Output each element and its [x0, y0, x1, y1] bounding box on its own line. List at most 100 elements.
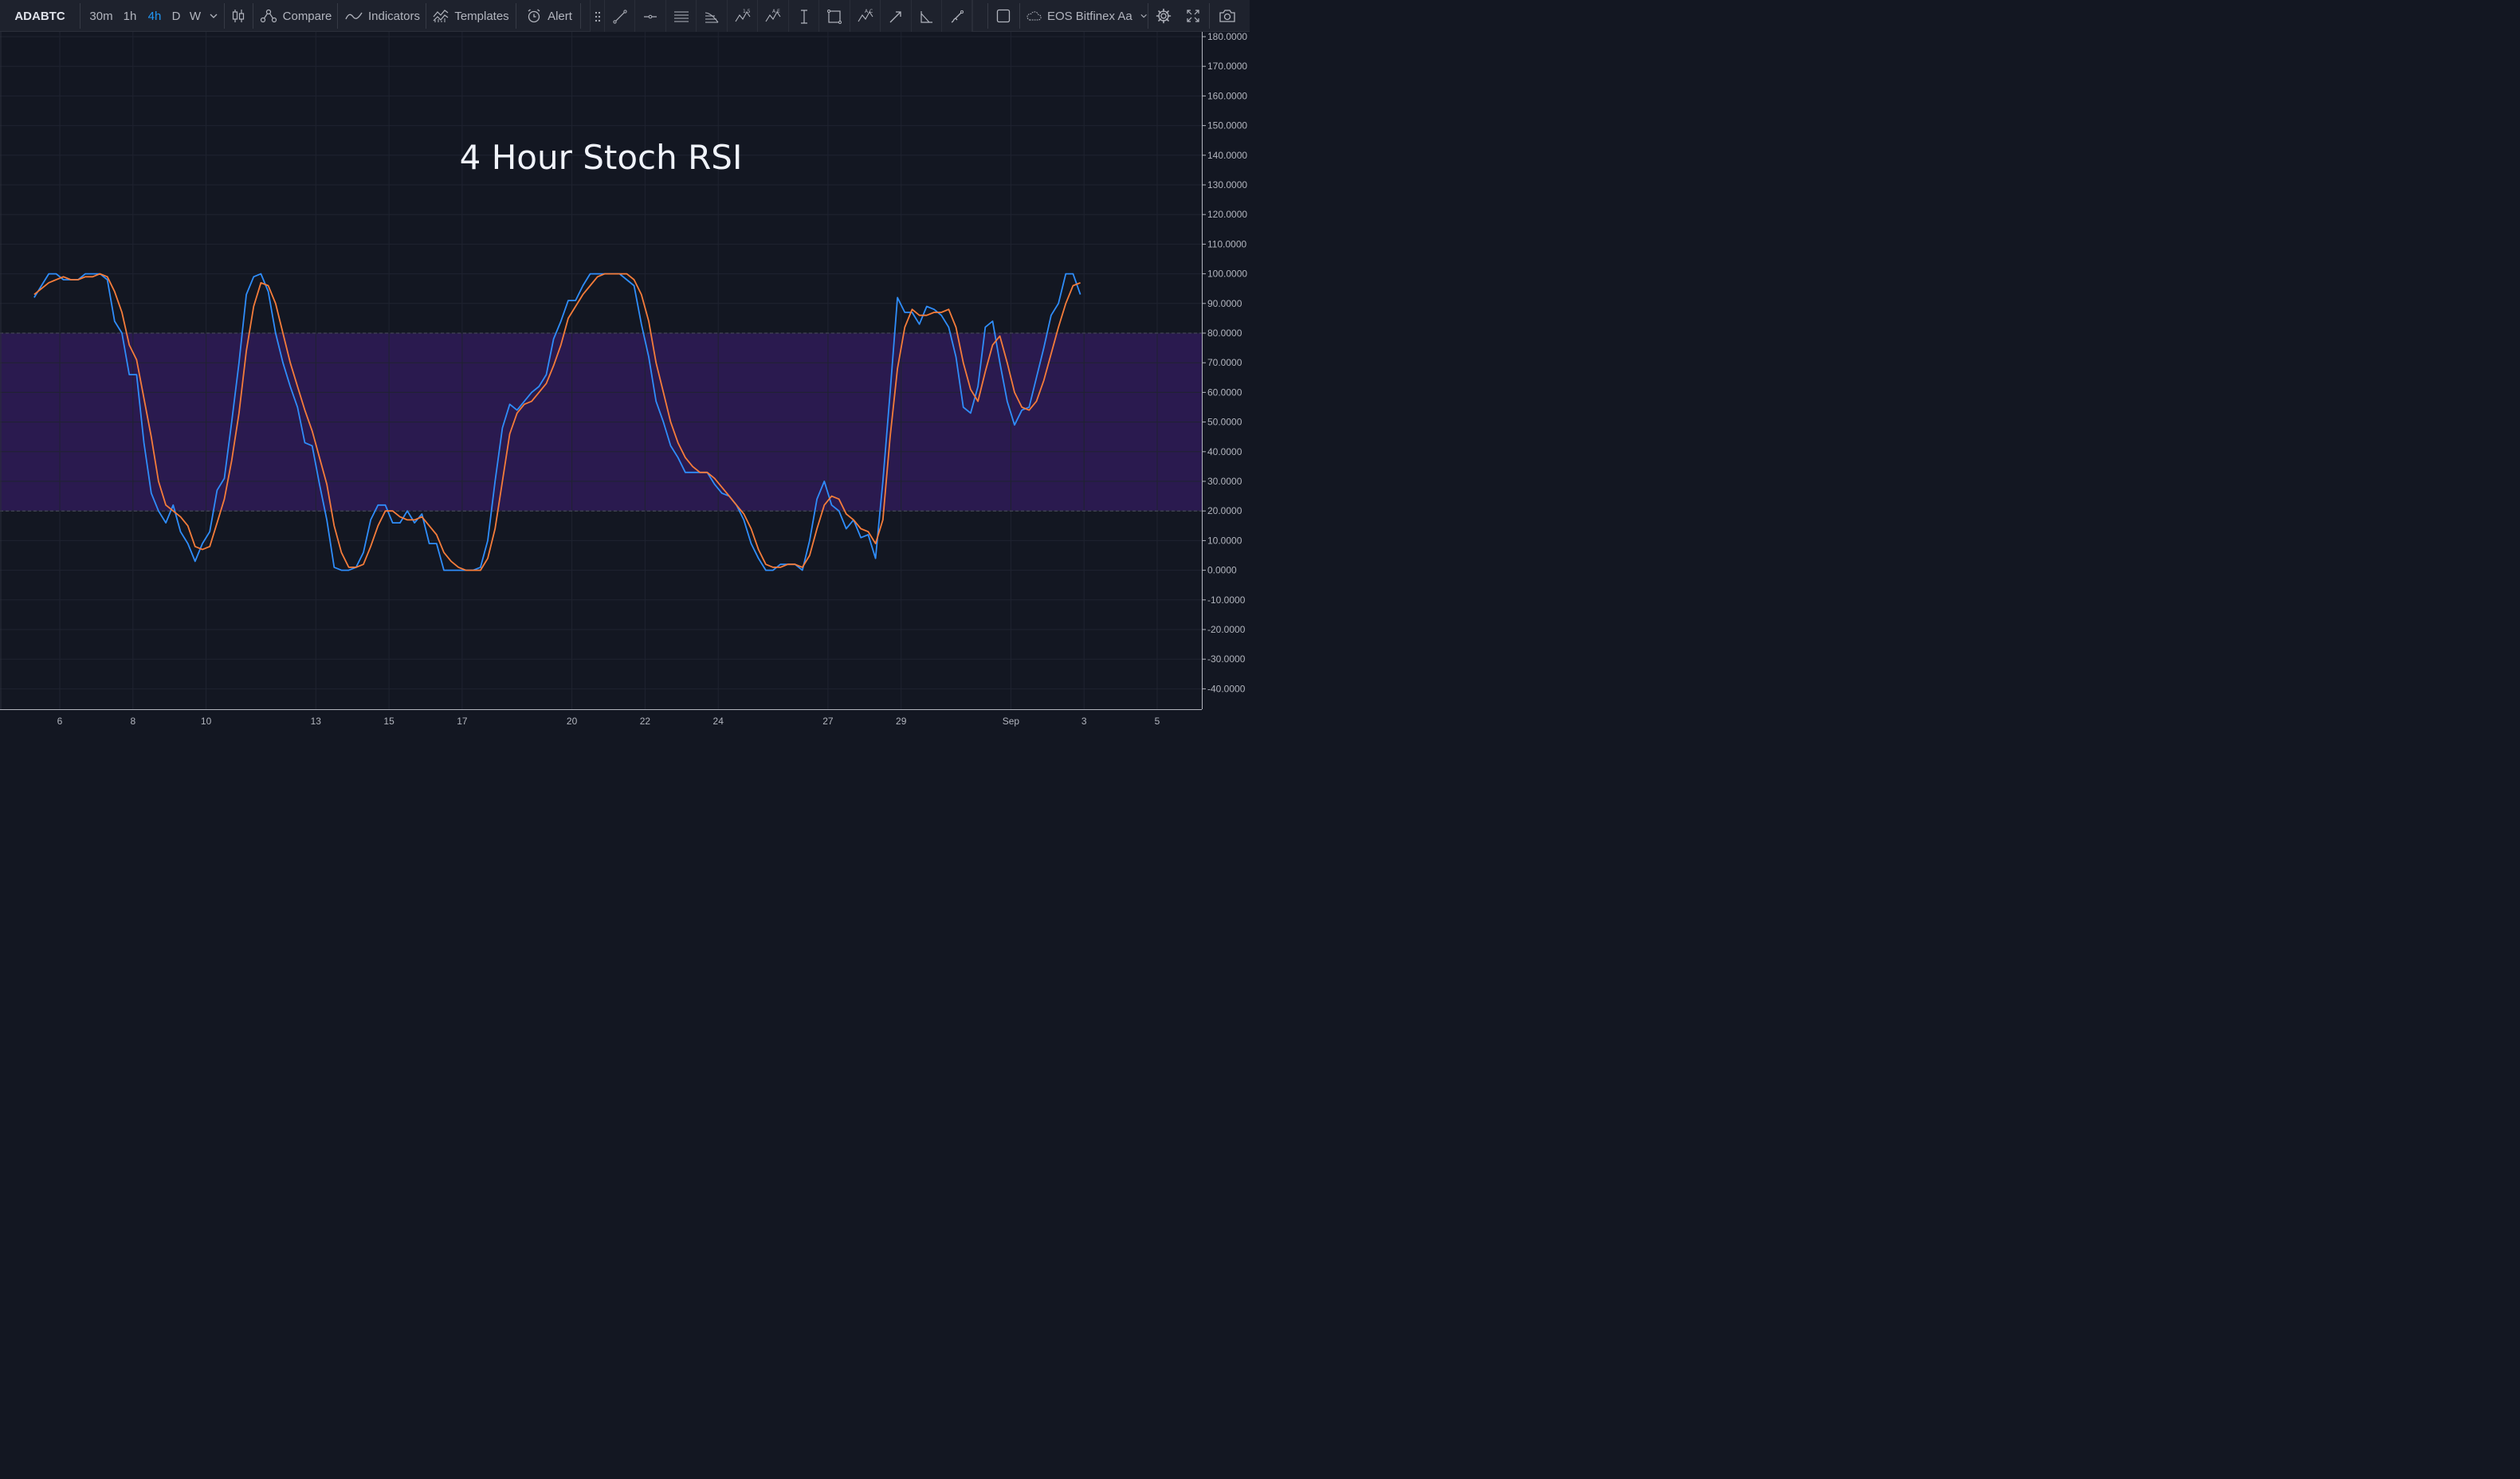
price-tick-label: 140.0000: [1207, 150, 1247, 161]
interval-w-button[interactable]: W: [186, 0, 205, 32]
interval-dropdown-button[interactable]: [206, 0, 221, 32]
date-range-icon: [800, 9, 807, 24]
svg-text:A E: A E: [772, 9, 780, 14]
interval-label: 4h: [147, 9, 162, 23]
interval-label: 30m: [89, 9, 113, 23]
chevron-down-icon: [210, 14, 218, 18]
alert-label: Alert: [548, 9, 572, 23]
price-tick-label: 170.0000: [1207, 61, 1247, 72]
time-tick-label: 22: [640, 716, 651, 727]
price-tick-label: 100.0000: [1207, 269, 1247, 280]
symbol-label: ADABTC: [14, 9, 65, 23]
toolbar-divider: [987, 3, 988, 29]
pattern-15-tool-button[interactable]: 1 5: [728, 0, 758, 33]
price-tick-label: 40.0000: [1207, 446, 1242, 457]
fib-retracement-icon: [705, 11, 719, 23]
interval-label: D: [171, 9, 181, 23]
pattern-ac-tool-button[interactable]: A C: [850, 0, 881, 33]
interval-30m-button[interactable]: 30m: [86, 0, 116, 32]
stoch-rsi-chart[interactable]: 180.0000170.0000160.0000150.0000140.0000…: [0, 32, 1250, 733]
price-tick-label: 70.0000: [1207, 357, 1242, 368]
templates-button[interactable]: Templates: [430, 0, 512, 32]
parallel-lines-icon: [673, 10, 689, 22]
trend-line-tool-button[interactable]: [605, 0, 635, 33]
camera-icon: [1219, 10, 1235, 22]
price-tick-label: 10.0000: [1207, 535, 1242, 546]
gear-icon: [1156, 8, 1172, 24]
price-tick-label: 110.0000: [1207, 238, 1246, 249]
brush-icon: [951, 10, 964, 23]
square-icon: [996, 9, 1011, 23]
templates-label: Templates: [454, 9, 509, 23]
angle-tool-button[interactable]: [912, 0, 942, 33]
toolbar-divider: [224, 3, 225, 29]
price-tick-label: 130.0000: [1207, 179, 1247, 190]
settings-button[interactable]: [1149, 0, 1178, 32]
compare-label: Compare: [282, 9, 332, 23]
interval-4h-button[interactable]: 4h: [143, 0, 167, 32]
time-tick-label: 3: [1081, 716, 1087, 727]
trend-line-icon: [612, 9, 627, 24]
price-tick-label: -10.0000: [1207, 594, 1246, 606]
price-tick-label: -20.0000: [1207, 624, 1246, 635]
horizontal-ray-tool-button[interactable]: [636, 0, 666, 33]
time-tick-label: 6: [57, 716, 63, 727]
pattern-ac-icon: A C: [858, 9, 873, 22]
templates-icon: [433, 10, 449, 22]
layout-button[interactable]: [990, 0, 1017, 32]
horizontal-ray-icon: [644, 14, 657, 18]
pattern-15-icon: 1 5: [735, 9, 751, 22]
chart-style-button[interactable]: [226, 0, 251, 32]
time-tick-label: 17: [457, 716, 468, 727]
price-tick-label: 50.0000: [1207, 417, 1242, 428]
price-tick-label: 180.0000: [1207, 32, 1247, 42]
svg-text:A C: A C: [865, 9, 873, 14]
brush-tool-button[interactable]: [943, 0, 973, 33]
drag-handle[interactable]: [591, 0, 605, 33]
price-tick-label: 160.0000: [1207, 90, 1247, 101]
indicators-icon: [345, 12, 363, 20]
arrow-tool-button[interactable]: [881, 0, 912, 33]
alert-button[interactable]: Alert: [520, 0, 578, 32]
price-tick-label: 150.0000: [1207, 120, 1247, 131]
pattern-ae-tool-button[interactable]: A E: [759, 0, 789, 33]
interval-d-button[interactable]: D: [167, 0, 185, 32]
price-tick-label: 0.0000: [1207, 565, 1237, 576]
pattern-ae-icon: A E: [765, 9, 781, 22]
snapshot-button[interactable]: [1211, 0, 1243, 32]
svg-text:1 5: 1 5: [743, 9, 751, 14]
save-layout-button[interactable]: EOS Bitfinex Aa: [1023, 0, 1147, 32]
toolbar-divider: [1019, 3, 1020, 29]
toolbar-divider: [580, 3, 581, 29]
chart-app: ADABTC 30m 1h 4h D W Compare Indicators …: [0, 0, 1250, 733]
compare-button[interactable]: Compare: [257, 0, 335, 32]
time-tick-label: 13: [311, 716, 322, 727]
time-tick-label: 29: [896, 716, 907, 727]
time-tick-label: 5: [1155, 716, 1160, 727]
price-tick-label: 120.0000: [1207, 209, 1247, 220]
symbol-search-button[interactable]: ADABTC: [0, 0, 80, 32]
arrow-icon: [889, 10, 901, 22]
indicators-label: Indicators: [367, 9, 421, 23]
compare-icon: [260, 9, 277, 23]
alarm-clock-icon: [528, 9, 540, 23]
price-tick-label: 80.0000: [1207, 328, 1242, 339]
parallel-lines-tool-button[interactable]: [666, 0, 697, 33]
date-range-tool-button[interactable]: [789, 0, 819, 33]
price-tick-label: 30.0000: [1207, 476, 1242, 487]
fib-retracement-tool-button[interactable]: [697, 0, 728, 33]
fullscreen-button[interactable]: [1180, 0, 1207, 32]
time-tick-label: 27: [822, 716, 834, 727]
toolbar-divider: [1209, 3, 1210, 29]
candles-icon: [232, 10, 245, 22]
interval-label: 1h: [123, 9, 137, 23]
indicators-button[interactable]: Indicators: [343, 0, 422, 32]
cloud-icon: [1026, 11, 1042, 21]
interval-1h-button[interactable]: 1h: [118, 0, 142, 32]
interval-label: W: [189, 9, 202, 23]
price-tick-label: -30.0000: [1207, 653, 1246, 665]
time-tick-label: 20: [567, 716, 578, 727]
rectangle-tool-button[interactable]: [820, 0, 850, 33]
price-tick-label: 60.0000: [1207, 386, 1242, 398]
time-tick-label: 8: [130, 716, 135, 727]
